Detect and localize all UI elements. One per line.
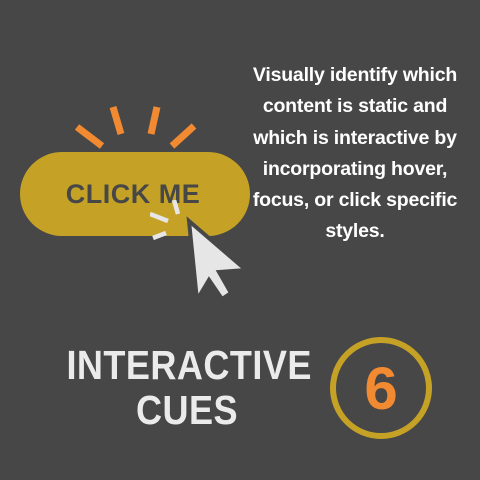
title-line-2: CUES — [135, 387, 238, 433]
burst-ray-mid-right — [147, 106, 161, 135]
cursor-arrow-shape — [186, 216, 251, 307]
click-burst-icon — [74, 106, 197, 149]
click-sparkle-icon — [150, 200, 181, 241]
description-text: Visually identify which content is stati… — [252, 64, 458, 243]
sparkle-ray-lower — [152, 230, 167, 241]
number-badge: 6 — [330, 337, 432, 439]
sparkle-ray-top — [171, 200, 181, 215]
infographic-card: CLICK ME Visually identify which content… — [0, 0, 480, 480]
page-title: INTERACTIVE CUES — [66, 343, 311, 433]
title-line-1: INTERACTIVE — [66, 342, 312, 388]
badge-number: 6 — [364, 354, 398, 422]
burst-ray-right — [169, 123, 197, 149]
sparkle-ray-upper — [150, 211, 169, 224]
burst-ray-left — [74, 124, 105, 149]
burst-ray-mid-left — [109, 106, 125, 135]
mouse-cursor-icon — [150, 200, 251, 307]
